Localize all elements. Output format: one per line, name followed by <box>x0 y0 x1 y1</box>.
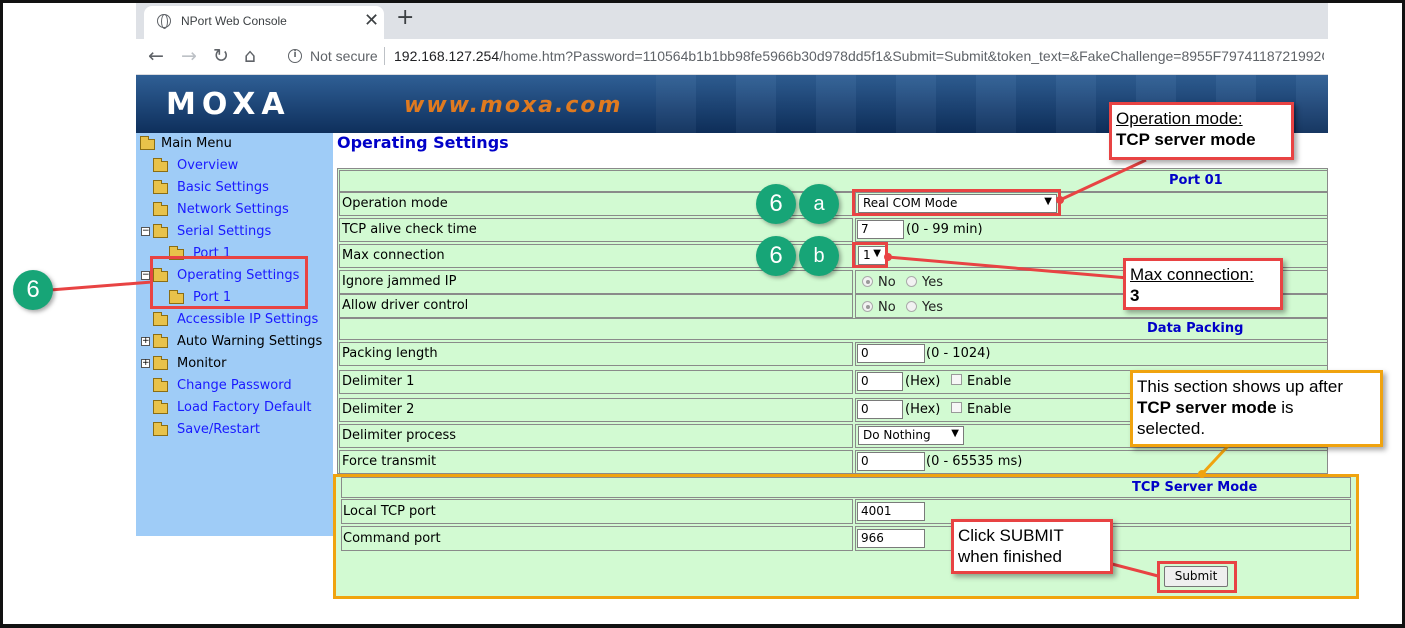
section-note-connector <box>1200 444 1230 476</box>
submit-callout: Click SUBMIT when finished <box>951 519 1113 574</box>
step-6-badge-b: 6 <box>756 236 796 276</box>
section-note-callout: This section shows up after TCP server m… <box>1130 370 1383 447</box>
step-a-badge: a <box>799 184 839 224</box>
step-6-badge-a: 6 <box>756 184 796 224</box>
operation-mode-connector <box>1059 158 1147 202</box>
max-connection-connector-dot <box>884 253 892 261</box>
submit-callout-line-1: Click SUBMIT <box>958 526 1064 545</box>
submit-callout-line-2: when finished <box>958 547 1062 566</box>
section-note-connector-dot <box>1198 470 1206 478</box>
operation-mode-callout-value: TCP server mode <box>1116 130 1256 149</box>
operation-mode-callout: Operation mode: TCP server mode <box>1109 102 1294 160</box>
section-note-line-2: is <box>1276 398 1294 417</box>
operation-mode-connector-dot <box>1056 196 1064 204</box>
operation-mode-callout-title: Operation mode: <box>1116 109 1243 128</box>
max-connection-callout: Max connection: 3 <box>1123 258 1283 310</box>
step6-sidebar-connector <box>49 280 153 292</box>
annotation-connectors <box>49 158 1230 578</box>
section-note-bold: TCP server mode <box>1137 398 1277 417</box>
max-connection-callout-title: Max connection: <box>1130 265 1254 284</box>
submit-connector <box>1111 562 1159 578</box>
section-note-line-1: This section shows up after <box>1137 377 1343 396</box>
max-connection-connector <box>887 255 1129 280</box>
section-note-line-3: selected. <box>1137 419 1206 438</box>
step-6-badge-sidebar: 6 <box>13 270 53 310</box>
max-connection-callout-value: 3 <box>1130 286 1140 305</box>
step-b-badge: b <box>799 236 839 276</box>
